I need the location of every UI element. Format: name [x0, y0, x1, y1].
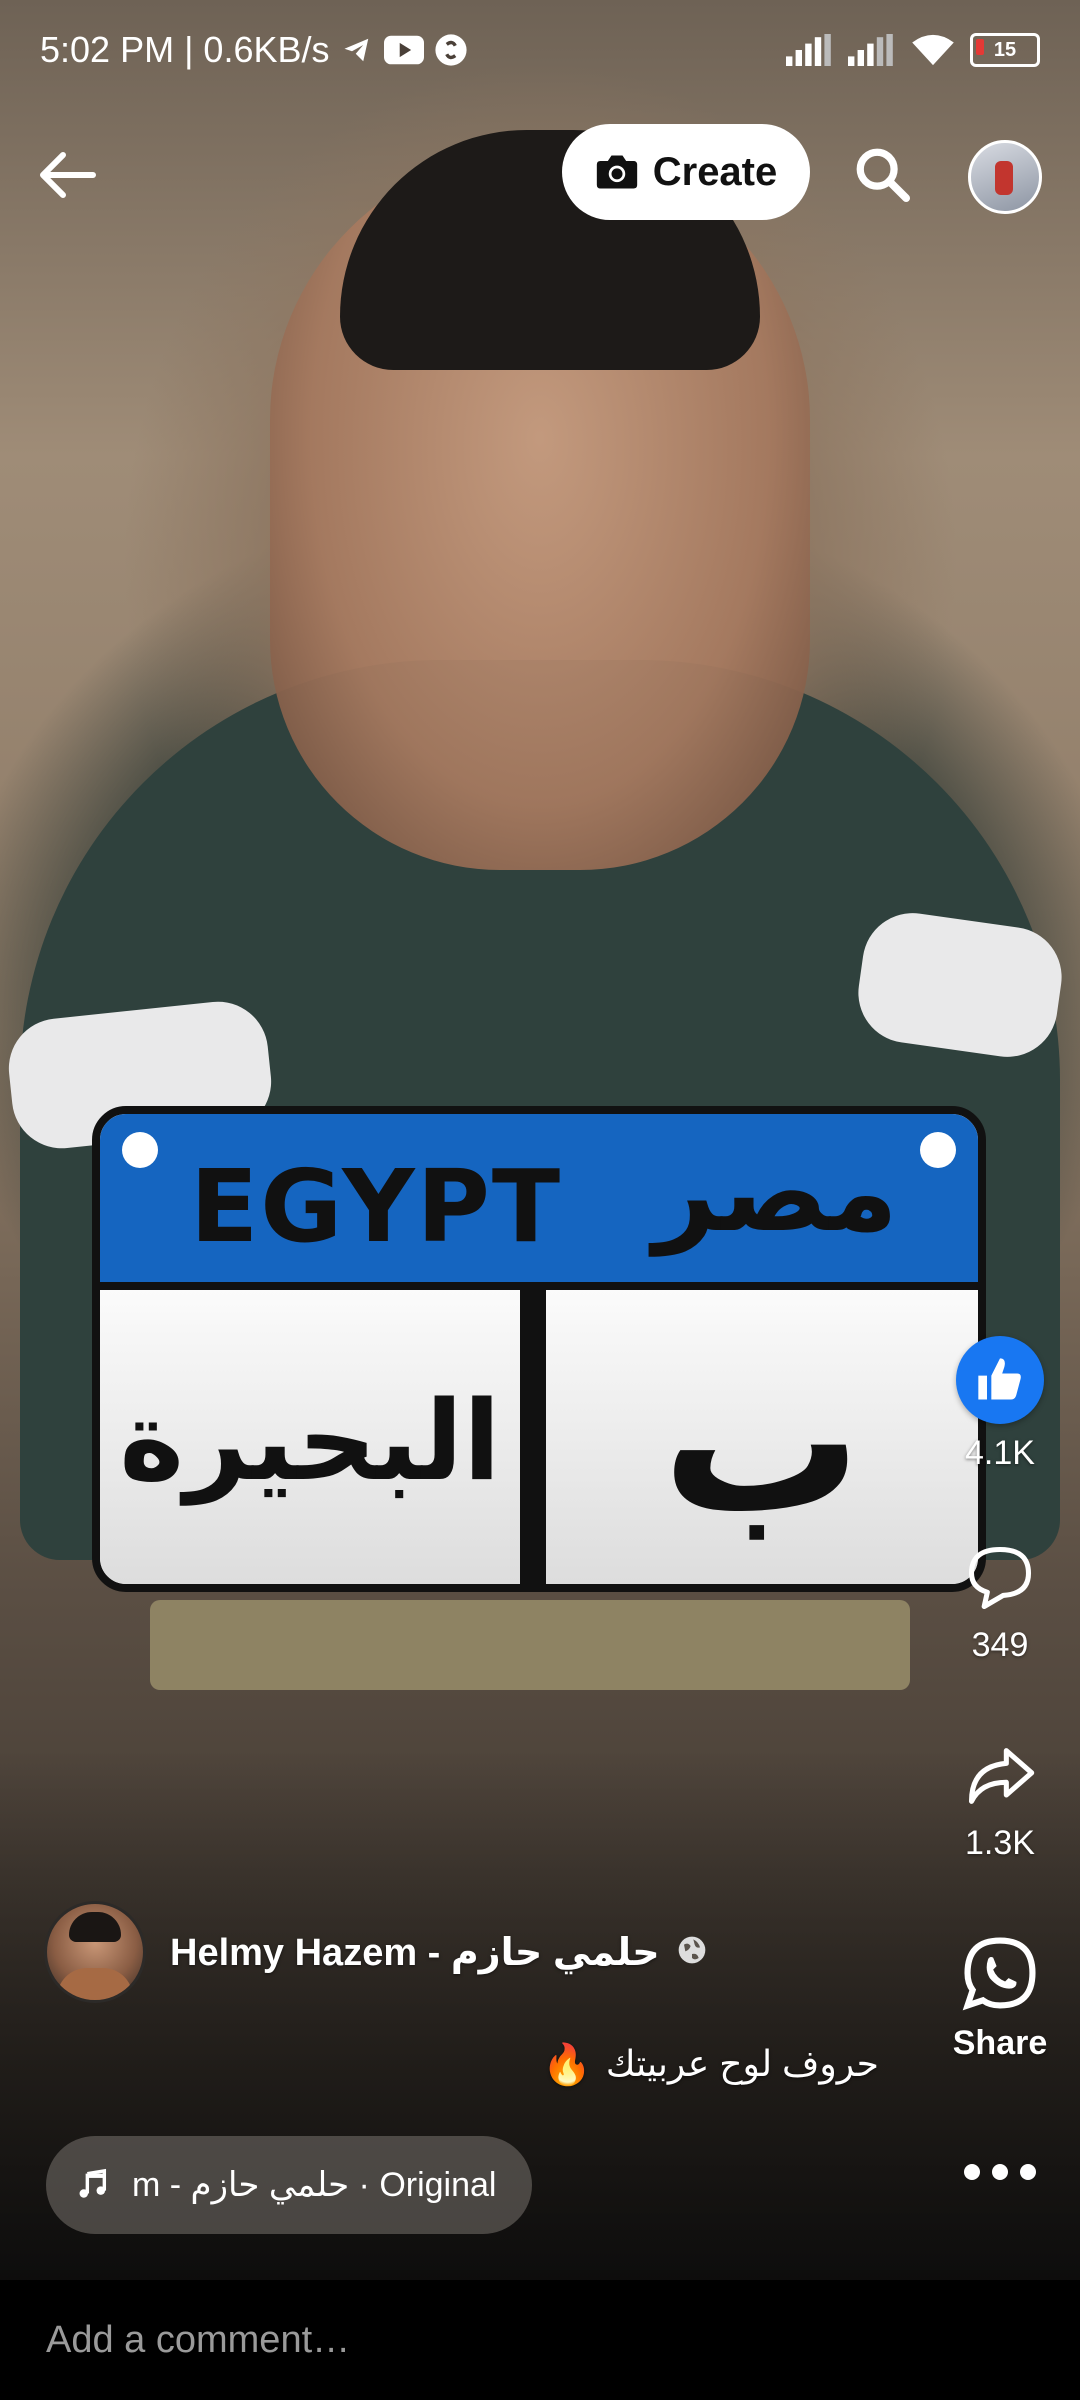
- top-bar: Create: [0, 120, 1080, 230]
- more-options-button[interactable]: [930, 2160, 1070, 2184]
- plate-letter-panel: ب: [546, 1290, 978, 1584]
- audio-label: m - حلمي حازم · Original: [132, 2166, 497, 2204]
- battery-level: 15: [993, 38, 1017, 61]
- plate-divider: [520, 1290, 546, 1584]
- plate-city-panel: البحيرة: [100, 1290, 520, 1584]
- globe-icon: [676, 1934, 708, 1971]
- arrow-left-icon: [40, 152, 96, 198]
- plate-country-ar: مصر: [653, 1128, 898, 1256]
- back-button[interactable]: [32, 140, 102, 210]
- thumbs-up-icon: [978, 1358, 1021, 1400]
- shazam-icon: [434, 33, 468, 67]
- status-bar: 5:02 PM | 0.6KB/s 15: [0, 0, 1080, 100]
- post-caption[interactable]: 🔥 حروف لوح عربيتك: [542, 2036, 879, 2092]
- license-plate-graphic: EGYPT مصر البحيرة ب: [92, 1106, 986, 1592]
- like-icon-circle: [956, 1336, 1044, 1424]
- profile-avatar[interactable]: [968, 140, 1042, 214]
- music-note-icon: [79, 2168, 107, 2198]
- whatsapp-icon: [962, 1937, 1036, 2011]
- whatsapp-share-label: Share: [952, 2024, 1048, 2062]
- like-button[interactable]: 4.1K: [930, 1336, 1070, 1473]
- comment-count: 349: [971, 1626, 1029, 1664]
- whatsapp-share-button[interactable]: Share: [930, 1932, 1070, 2063]
- signal-icon: [786, 34, 834, 66]
- plate-hole-left: [122, 1132, 158, 1168]
- like-count: 4.1K: [965, 1434, 1035, 1472]
- more-dots-icon: [964, 2164, 1036, 2180]
- youtube-icon: [383, 35, 424, 65]
- fire-emoji-icon: 🔥: [542, 2042, 592, 2087]
- plate-country-en: EGYPT: [190, 1148, 563, 1265]
- comment-input[interactable]: [44, 2317, 948, 2363]
- plate-hole-right: [920, 1132, 956, 1168]
- plate-header: EGYPT مصر: [100, 1114, 978, 1290]
- share-count: 1.3K: [965, 1824, 1035, 1862]
- signal-icon: [848, 34, 896, 66]
- battery-icon: 15: [970, 33, 1040, 67]
- plate-city: البحيرة: [119, 1377, 501, 1505]
- search-icon: [856, 148, 911, 203]
- author-name[interactable]: Helmy Hazem - حلمي حازم: [170, 1930, 660, 1975]
- caption-text: حروف لوح عربيتك: [605, 2043, 879, 2084]
- audio-pill[interactable]: m - حلمي حازم · Original: [46, 2136, 532, 2234]
- plate-letter: ب: [661, 1324, 863, 1558]
- author-avatar[interactable]: [44, 1901, 146, 2003]
- wifi-icon: [910, 33, 956, 67]
- create-button[interactable]: Create: [562, 124, 810, 220]
- search-button[interactable]: [846, 138, 918, 210]
- share-button[interactable]: 1.3K: [930, 1738, 1070, 1863]
- comment-icon: [968, 1546, 1032, 1610]
- camera-icon: [596, 155, 637, 189]
- comment-bar: [0, 2280, 1080, 2400]
- comment-button[interactable]: 349: [930, 1540, 1070, 1665]
- video-chair: [150, 1600, 910, 1690]
- status-time-speed: 5:02 PM | 0.6KB/s: [40, 29, 330, 70]
- create-label: Create: [652, 149, 778, 194]
- telegram-icon: [340, 35, 374, 65]
- share-arrow-icon: [968, 1748, 1035, 1804]
- author-row[interactable]: Helmy Hazem - حلمي حازم: [44, 1901, 708, 2003]
